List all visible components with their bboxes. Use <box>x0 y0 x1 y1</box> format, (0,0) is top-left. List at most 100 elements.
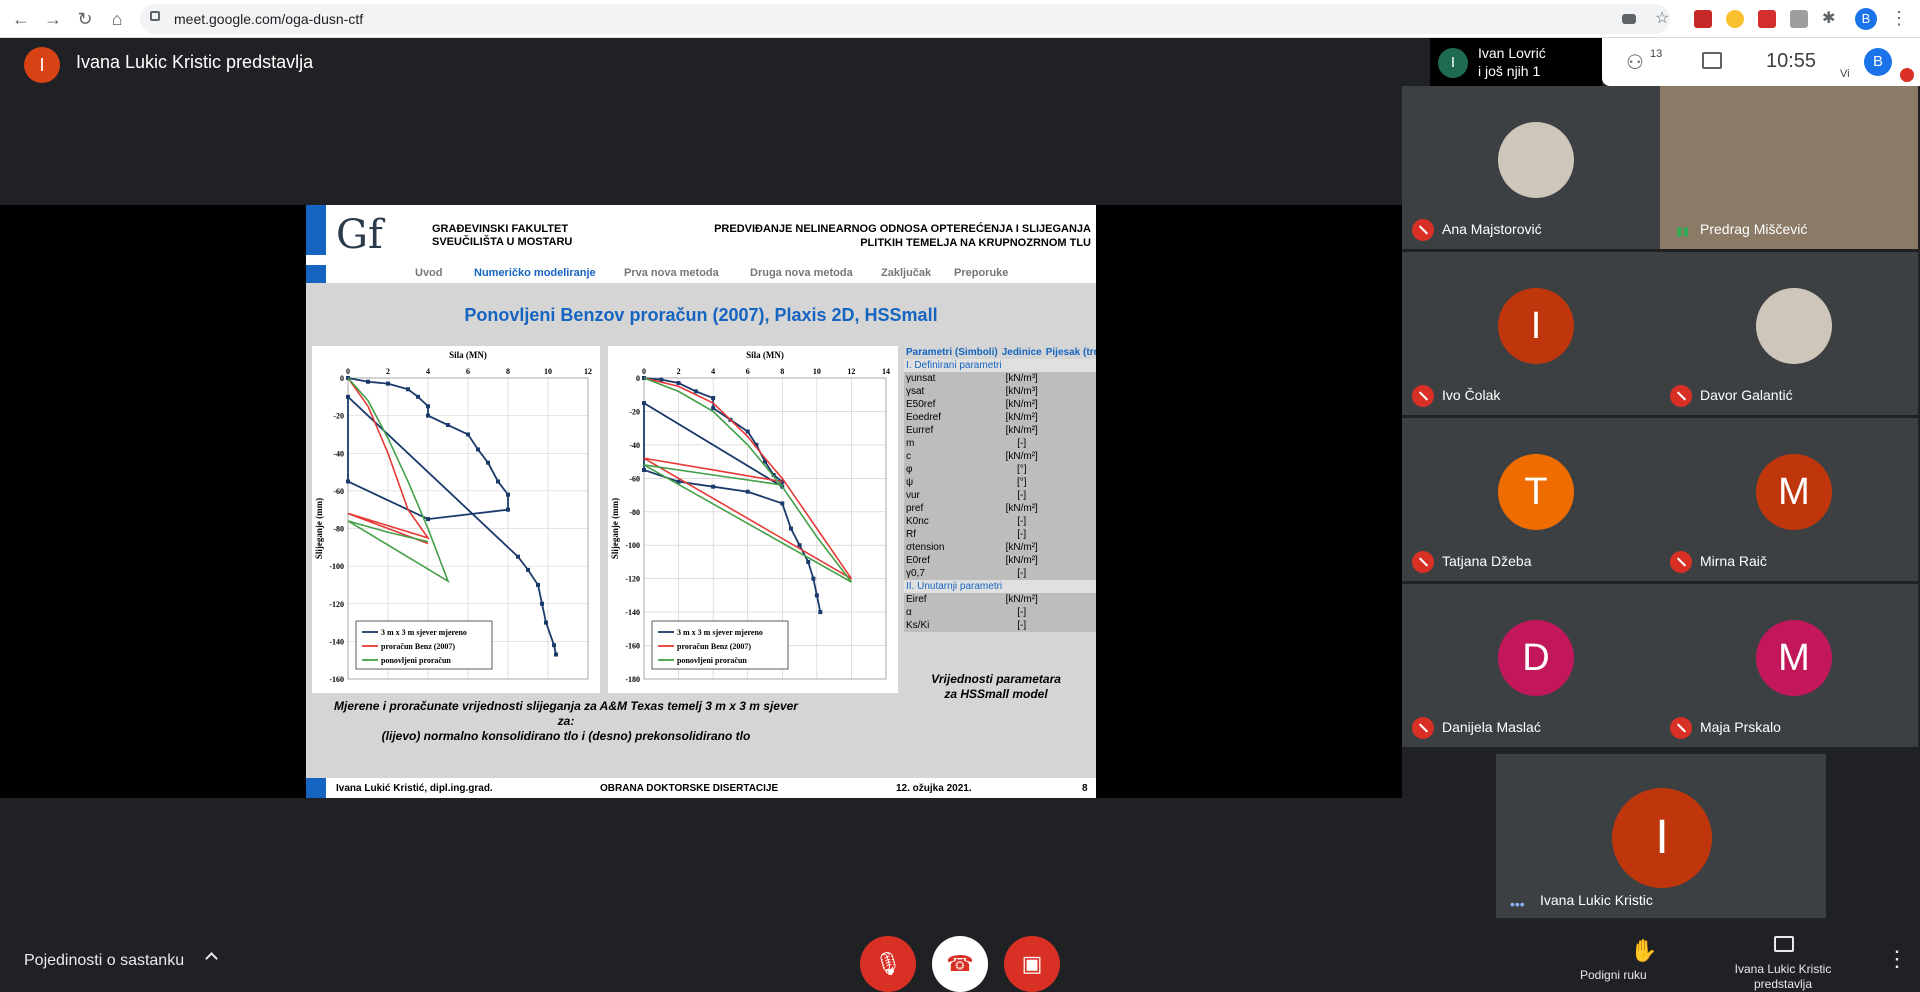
people-icon[interactable]: ⚇ <box>1626 50 1650 74</box>
thesis-title: PREDVIĐANJE NELINEARNOG ODNOSA OPTEREĆEN… <box>696 222 1091 250</box>
presenting-label[interactable]: Ivana Lukic Kristic predstavlja <box>1720 962 1846 992</box>
chevron-up-icon[interactable] <box>205 952 218 965</box>
participant-tile[interactable]: ▮▮ Predrag Miščević <box>1660 86 1918 249</box>
y-tick-label: -40 <box>333 449 344 458</box>
participant-tile[interactable]: M Maja Prskalo <box>1660 584 1918 747</box>
participant-tile[interactable]: Ana Majstorović <box>1402 86 1660 249</box>
data-point <box>406 387 410 392</box>
chat-icon[interactable] <box>1702 52 1722 69</box>
x-tick-label: 4 <box>426 367 430 376</box>
y-tick-label: -60 <box>629 474 640 483</box>
leave-call-button[interactable]: ☎ <box>932 936 988 992</box>
data-point <box>788 526 793 531</box>
meeting-details-button[interactable]: Pojedinosti o sastanku <box>24 952 184 970</box>
caption-line: Vrijednosti parametara <box>931 672 1061 686</box>
x-tick-label: 8 <box>780 367 784 376</box>
faculty-logo: Gf <box>336 212 383 258</box>
home-icon[interactable]: ⌂ <box>106 8 128 30</box>
data-point <box>806 559 811 564</box>
audio-level-icon: ▮▮ <box>1676 224 1690 238</box>
data-point <box>506 492 510 497</box>
footer-author: Ivana Lukić Kristić, dipl.ing.grad. <box>336 783 493 794</box>
mic-toggle-button[interactable]: 🎙 <box>860 936 916 992</box>
profile-avatar[interactable]: B <box>1855 8 1877 30</box>
more-options-icon[interactable]: ⋮ <box>1886 946 1908 972</box>
y-tick-label: -20 <box>333 412 344 421</box>
y-tick-label: -40 <box>629 441 640 450</box>
table-row: E0ref[kN/m²]260 000 <box>904 554 1096 567</box>
table-cell: 0,0002 <box>1043 567 1096 580</box>
legend-label: ponovljeni proračun <box>677 656 747 665</box>
raise-hand-label[interactable]: Podigni ruku <box>1580 968 1647 982</box>
address-bar[interactable] <box>140 4 1670 34</box>
table-cell: [kN/m²] <box>999 593 1044 606</box>
present-icon[interactable] <box>1774 936 1794 952</box>
spotlight-more: i još njih 1 <box>1478 63 1541 79</box>
table-cell: m <box>904 437 1000 450</box>
table-row: Eurref[kN/m²]90 000 <box>904 424 1096 437</box>
participant-tile[interactable]: I Ivo Čolak <box>1402 252 1660 415</box>
url-text[interactable]: meet.google.com/oga-dusn-ctf <box>174 11 363 27</box>
participant-name: Predrag Miščević <box>1700 221 1808 237</box>
participant-name: Mirna Raič <box>1700 553 1767 569</box>
extension-icon[interactable] <box>1758 10 1776 28</box>
faculty-line: GRAĐEVINSKI FAKULTET <box>432 223 569 235</box>
reload-icon[interactable]: ↻ <box>74 8 96 30</box>
raise-hand-icon[interactable]: ✋ <box>1630 938 1657 964</box>
extension-icon[interactable] <box>1726 10 1744 28</box>
participant-tile[interactable]: Davor Galantić <box>1660 252 1918 415</box>
star-icon[interactable]: ☆ <box>1655 10 1673 28</box>
table-cell: [kN/m²] <box>999 502 1044 515</box>
table-cell: E0ref <box>904 554 1000 567</box>
table-cell: Eoedref <box>904 411 1000 424</box>
puzzle-icon[interactable]: ✱ <box>1822 10 1840 28</box>
camera-toggle-button[interactable]: ▣ <box>1004 936 1060 992</box>
legend-label: proračun Benz (2007) <box>381 642 455 651</box>
extension-icon[interactable] <box>1790 10 1808 28</box>
data-point <box>811 576 816 581</box>
data-point <box>416 394 420 399</box>
participant-name: Maja Prskalo <box>1700 719 1781 735</box>
y-tick-label: -60 <box>333 487 344 496</box>
more-options-icon[interactable]: ••• <box>1510 896 1525 912</box>
table-cell: 37,00 <box>1043 463 1096 476</box>
spotlight-text: Ivan Lovrić i još njih 1 <box>1478 44 1546 80</box>
data-point <box>818 610 823 615</box>
y-tick-label: 0 <box>636 374 640 383</box>
participant-tile[interactable]: M Mirna Raič <box>1660 418 1918 581</box>
spotlight-participant[interactable]: I Ivan Lovrić i još njih 1 <box>1430 38 1602 86</box>
mic-off-icon <box>1670 551 1692 573</box>
data-point <box>642 467 646 472</box>
data-point <box>346 479 350 484</box>
data-point <box>711 396 716 401</box>
pdf-extension-icon[interactable] <box>1694 10 1712 28</box>
data-point <box>676 381 681 386</box>
mic-off-icon <box>1670 717 1692 739</box>
slide-menu-item: Zaključak <box>881 267 932 279</box>
table-cell: pref <box>904 502 1000 515</box>
x-axis-label: Sila (MN) <box>449 350 487 360</box>
table-row: γ0,7[-]0,0002 <box>904 567 1096 580</box>
lock-icon[interactable] <box>150 11 160 21</box>
participant-tile[interactable]: D Danijela Maslać <box>1402 584 1660 747</box>
table-cell: E50ref <box>904 398 1000 411</box>
mic-off-icon <box>1412 717 1434 739</box>
participant-tile-self[interactable]: I ••• Ivana Lukic Kristic <box>1496 754 1826 918</box>
data-point <box>526 567 530 572</box>
self-avatar[interactable]: B <box>1864 48 1892 76</box>
table-row: K0nc[-]0,41 <box>904 515 1096 528</box>
data-point <box>797 543 802 548</box>
table-row: pref[kN/m²]100 <box>904 502 1096 515</box>
x-tick-label: 10 <box>544 367 552 376</box>
forward-icon[interactable]: → <box>42 8 64 30</box>
table-cell: 100 <box>1043 502 1096 515</box>
slide-title: Ponovljeni Benzov proračun (2007), Plaxi… <box>464 305 938 325</box>
data-point <box>466 432 470 437</box>
y-tick-label: -140 <box>625 608 640 617</box>
table-cell: [°] <box>999 476 1044 489</box>
camera-icon[interactable] <box>1622 14 1636 24</box>
browser-menu-icon[interactable]: ⋮ <box>1890 8 1908 29</box>
spotlight-name: Ivan Lovrić <box>1478 45 1546 61</box>
participant-tile[interactable]: T Tatjana Džeba <box>1402 418 1660 581</box>
back-icon[interactable]: ← <box>10 8 32 30</box>
